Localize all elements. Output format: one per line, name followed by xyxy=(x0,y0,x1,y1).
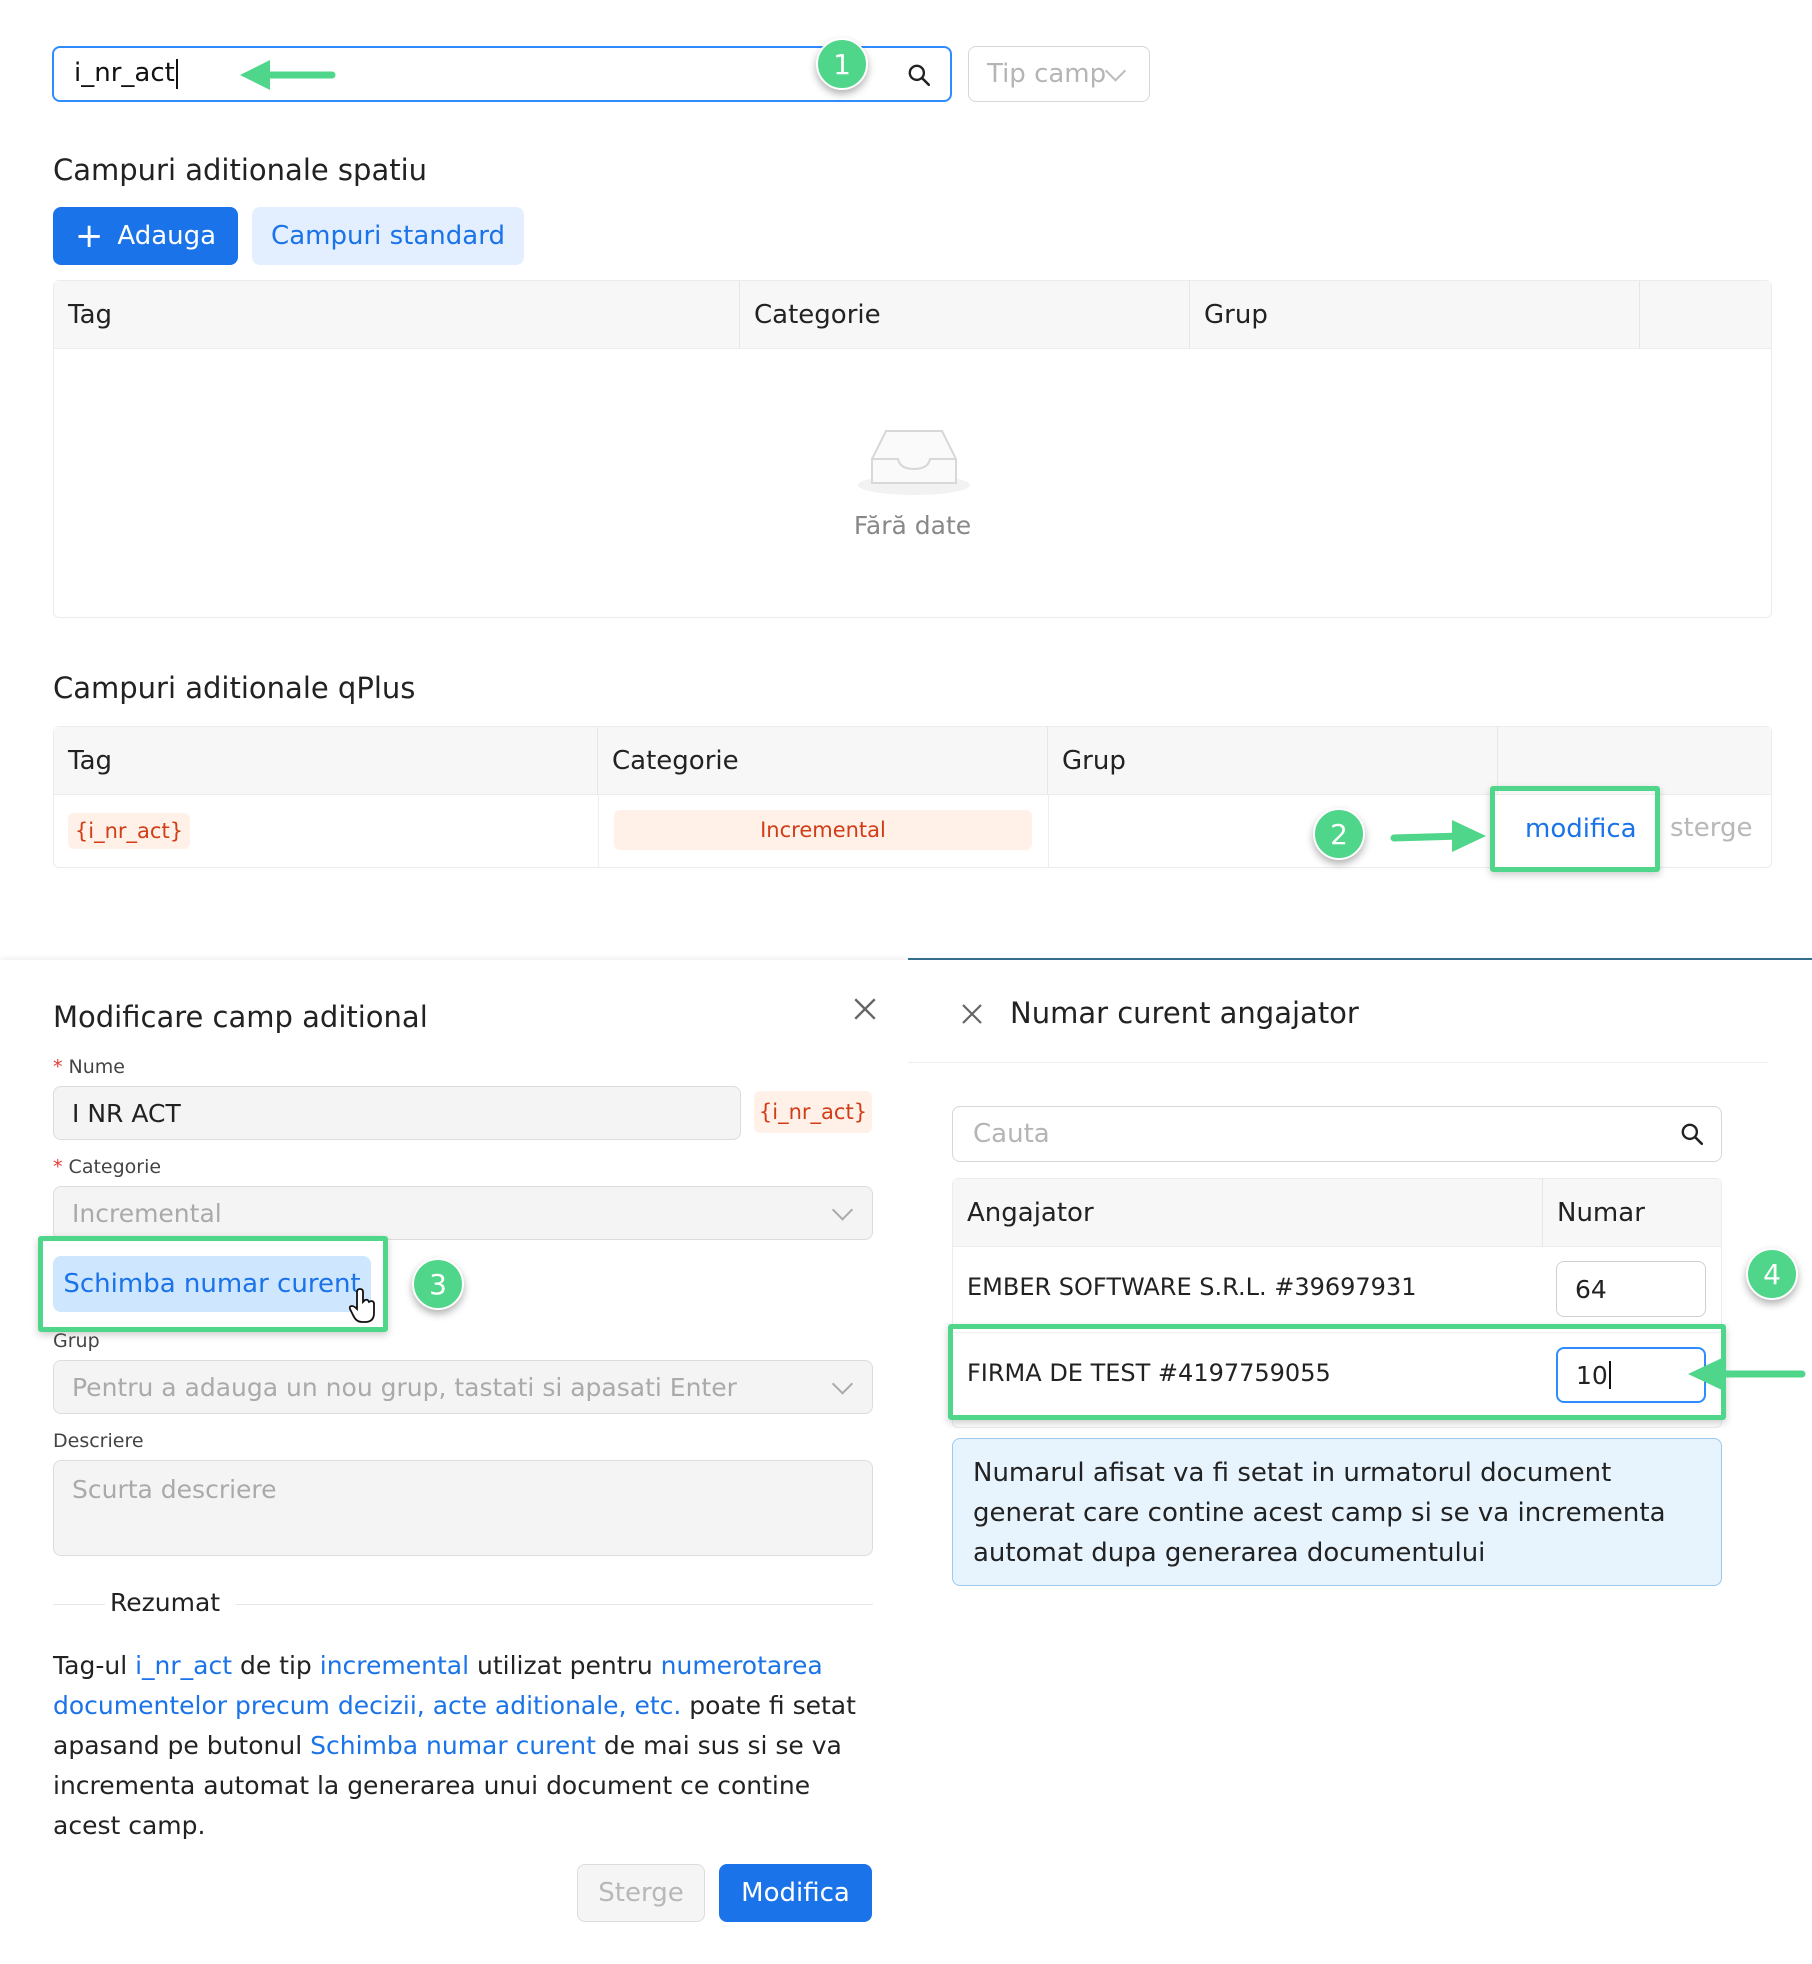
type-filter-label: Tip camp xyxy=(987,59,1107,89)
group-select-placeholder: Pentru a adauga un nou grup, tastati si … xyxy=(72,1372,737,1402)
annotation-arrow-2 xyxy=(1390,820,1486,852)
empty-inbox-icon xyxy=(858,430,970,495)
section-title-spatiu: Campuri aditionale spatiu xyxy=(53,153,428,187)
modal-title: Modificare camp aditional xyxy=(53,1000,428,1034)
category-label: * Categorie xyxy=(53,1156,161,1178)
category-label-text: Categorie xyxy=(68,1156,162,1178)
employer-name: EMBER SOFTWARE S.R.L. #39697931 xyxy=(967,1273,1417,1301)
column-divider xyxy=(1048,795,1049,867)
column-header-group: Grup xyxy=(1190,281,1640,349)
name-tag-chip: {i_nr_act} xyxy=(754,1091,872,1133)
add-button-label: Adauga xyxy=(117,221,217,251)
delete-link[interactable]: sterge xyxy=(1670,813,1752,843)
search-icon[interactable] xyxy=(1679,1121,1705,1147)
column-header-tag: Tag xyxy=(54,727,598,795)
group-select[interactable]: Pentru a adauga un nou grup, tastati si … xyxy=(53,1360,873,1414)
employer-search-input[interactable]: Cauta xyxy=(952,1106,1722,1162)
modify-button[interactable]: Modifica xyxy=(719,1864,872,1922)
search-input-value: i_nr_act xyxy=(74,58,175,88)
required-marker: * xyxy=(53,1156,69,1178)
annotation-badge-3: 3 xyxy=(412,1258,464,1310)
divider xyxy=(236,1604,873,1605)
annotation-badge-2: 2 xyxy=(1313,808,1365,860)
divider xyxy=(53,1604,105,1605)
annotation-badge-1: 1 xyxy=(816,38,868,90)
info-alert: Numarul afisat va fi setat in urmatorul … xyxy=(952,1438,1722,1586)
divider xyxy=(908,1062,1768,1063)
close-icon[interactable] xyxy=(852,996,878,1022)
annotation-highlight-4 xyxy=(948,1324,1726,1420)
summary-type-link: incremental xyxy=(319,1651,470,1680)
text-caret xyxy=(175,58,178,89)
name-field[interactable]: I NR ACT xyxy=(53,1086,741,1140)
summary-part: Tag-ul xyxy=(53,1651,136,1680)
summary-button-ref: Schimba numar curent xyxy=(310,1731,596,1760)
name-label-text: Nume xyxy=(68,1056,125,1078)
column-divider xyxy=(598,795,599,867)
current-number-drawer: Numar curent angajator Cauta Angajator N… xyxy=(908,958,1812,1964)
summary-part: de tip xyxy=(232,1651,320,1680)
category-chip: Incremental xyxy=(614,810,1032,850)
empty-state-text: Fără date xyxy=(853,511,972,540)
summary-text: Tag-ul i_nr_act de tip incremental utili… xyxy=(53,1646,883,1846)
main-content: i_nr_act 1 Tip camp Campuri aditionale s… xyxy=(0,0,1812,960)
table-header: Tag Categorie Grup xyxy=(54,727,1771,795)
table-row: EMBER SOFTWARE S.R.L. #39697931 64 xyxy=(953,1247,1721,1333)
annotation-arrow-4 xyxy=(1688,1358,1806,1390)
delete-button[interactable]: Sterge xyxy=(577,1864,705,1922)
table-header: Tag Categorie Grup xyxy=(54,281,1771,349)
summary-tag-link: i_nr_act xyxy=(135,1651,233,1680)
edit-link[interactable]: modifica xyxy=(1525,814,1637,844)
add-button[interactable]: + Adauga xyxy=(53,207,238,265)
change-current-number-button[interactable]: Schimba numar curent xyxy=(53,1256,371,1312)
table-header: Angajator Numar xyxy=(953,1179,1721,1247)
drawer-title: Numar curent angajator xyxy=(1010,996,1359,1030)
column-header-tag: Tag xyxy=(54,281,740,349)
group-label: Grup xyxy=(53,1330,100,1352)
annotation-arrow-1 xyxy=(240,60,336,90)
employer-search-placeholder: Cauta xyxy=(973,1119,1050,1149)
type-filter-select[interactable]: Tip camp xyxy=(968,46,1150,102)
hand-cursor-icon xyxy=(348,1288,375,1323)
plus-icon: + xyxy=(74,216,104,256)
column-header-employer: Angajator xyxy=(953,1179,1543,1247)
edit-field-modal: Modificare camp aditional * Nume I NR AC… xyxy=(0,960,910,1964)
description-label: Descriere xyxy=(53,1430,144,1452)
chevron-down-icon xyxy=(1104,60,1127,82)
category-select[interactable]: Incremental xyxy=(53,1186,873,1240)
name-label: * Nume xyxy=(53,1056,125,1078)
search-icon[interactable] xyxy=(906,62,932,88)
employer-number-input[interactable]: 64 xyxy=(1556,1261,1706,1317)
category-select-value: Incremental xyxy=(72,1198,222,1228)
description-textarea[interactable]: Scurta descriere xyxy=(53,1460,873,1556)
standard-fields-button[interactable]: Campuri standard xyxy=(252,207,524,265)
summary-part: utilizat pentru xyxy=(469,1651,661,1680)
annotation-badge-4: 4 xyxy=(1746,1248,1798,1300)
chevron-down-icon xyxy=(831,1373,854,1395)
close-icon[interactable] xyxy=(960,1002,984,1026)
column-header-category: Categorie xyxy=(740,281,1190,349)
summary-title: Rezumat xyxy=(110,1588,221,1617)
spatiu-table: Tag Categorie Grup Fără date xyxy=(53,280,1772,618)
tag-chip: {i_nr_act} xyxy=(68,813,190,849)
column-header-number: Numar xyxy=(1557,1198,1645,1228)
required-marker: * xyxy=(53,1056,69,1078)
column-header-category: Categorie xyxy=(598,727,1048,795)
column-header-group: Grup xyxy=(1048,727,1498,795)
section-title-qplus: Campuri aditionale qPlus xyxy=(53,671,416,705)
chevron-down-icon xyxy=(831,1199,854,1221)
